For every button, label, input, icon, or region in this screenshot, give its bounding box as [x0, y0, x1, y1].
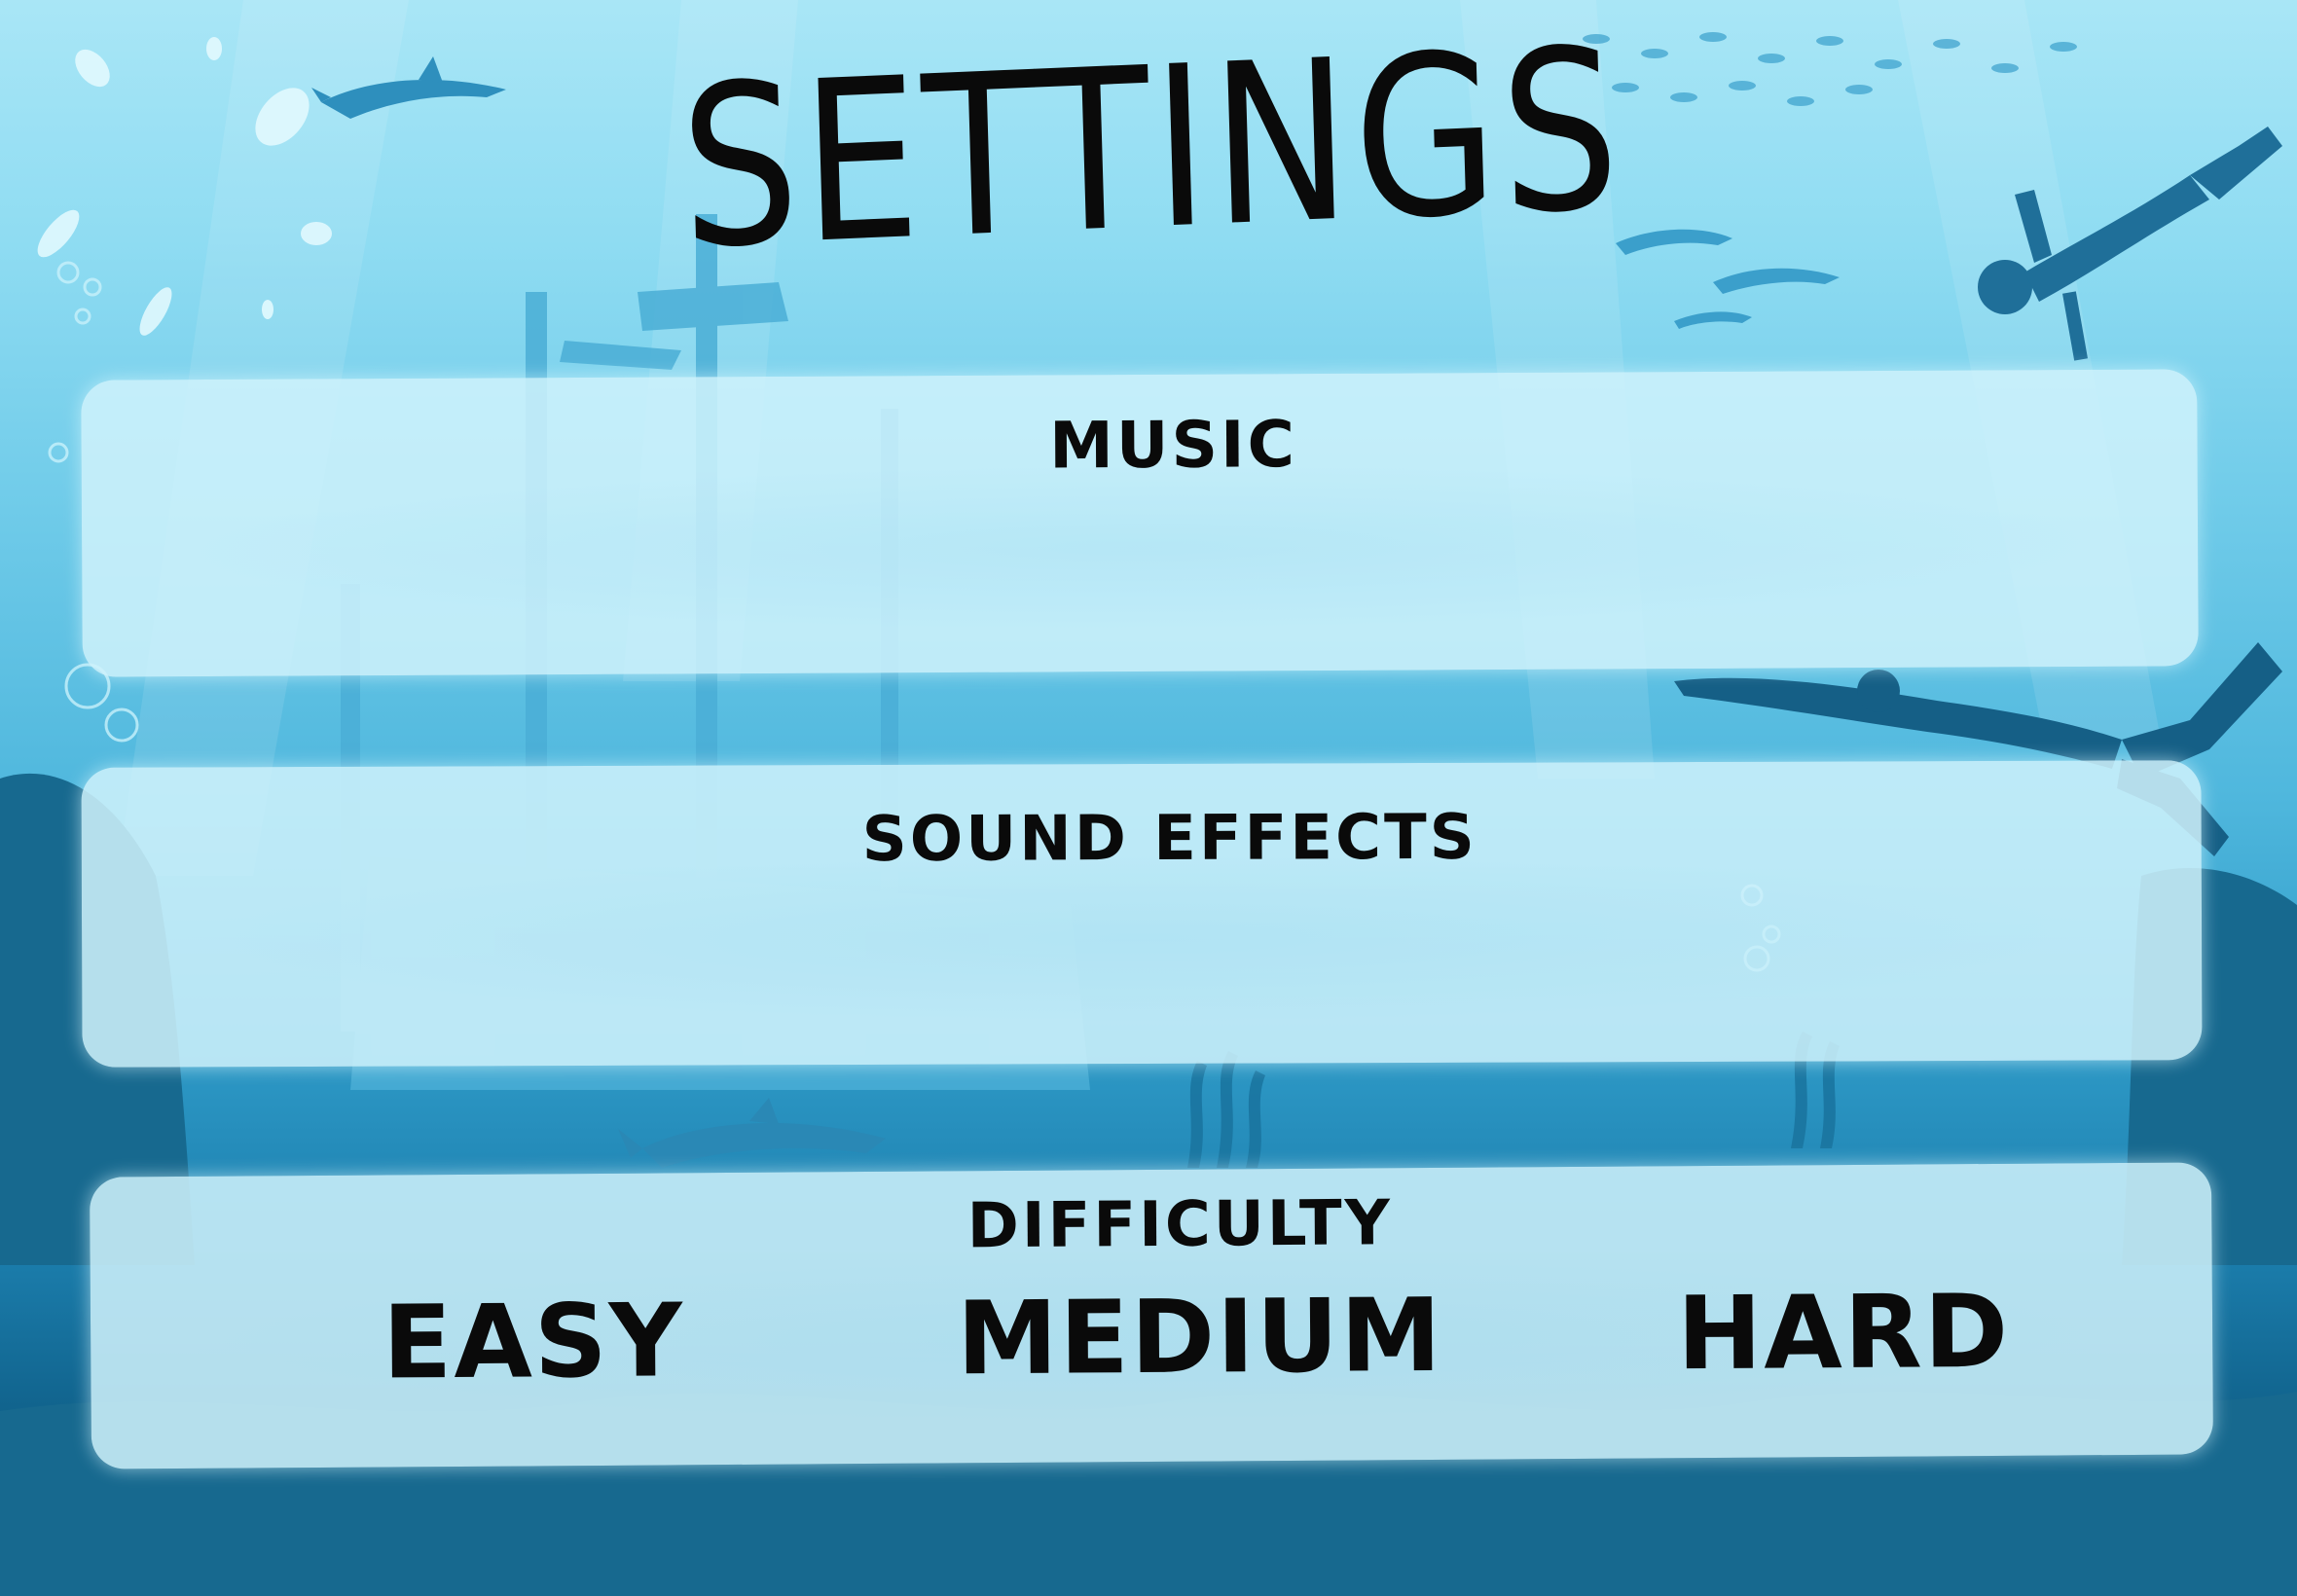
difficulty-easy-button[interactable]: EASY	[383, 1281, 685, 1401]
shark-silhouette	[618, 1098, 886, 1168]
difficulty-medium-button[interactable]: MEDIUM	[957, 1276, 1443, 1397]
difficulty-label: DIFFICULTY	[966, 1187, 1394, 1263]
sound-effects-label: SOUND EFFECTS	[861, 801, 1477, 877]
difficulty-panel: DIFFICULTY EASY MEDIUM HARD	[89, 1162, 2214, 1469]
settings-screen: SETTINGS MUSIC SOUND EFFECTS DIFFICULTY …	[0, 0, 2297, 1596]
difficulty-hard-button[interactable]: HARD	[1677, 1272, 2011, 1393]
music-label: MUSIC	[1048, 407, 1298, 484]
sound-effects-panel[interactable]: SOUND EFFECTS	[81, 760, 2203, 1068]
music-panel[interactable]: MUSIC	[81, 369, 2199, 677]
dolphins-silhouette	[1616, 229, 1840, 329]
